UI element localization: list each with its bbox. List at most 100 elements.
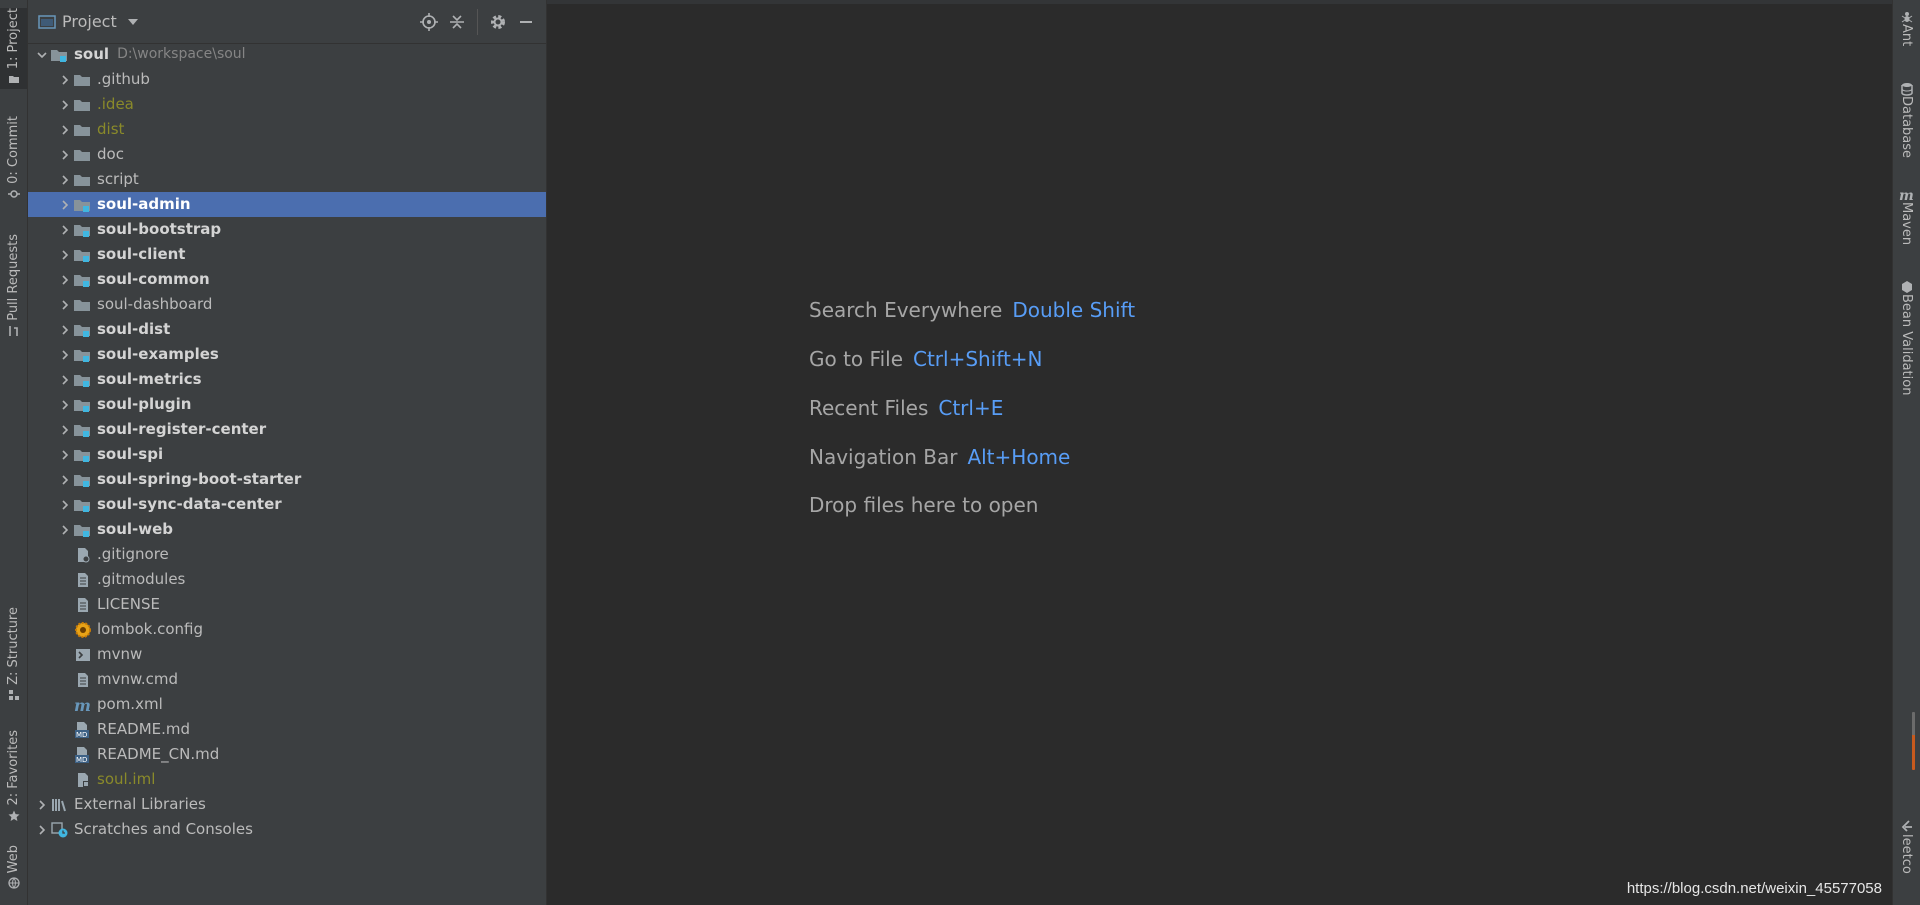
chevron-right-icon[interactable]: [57, 167, 73, 192]
module-folder-icon: [73, 472, 92, 488]
hint-search-everywhere: Search Everywhere Double Shift: [809, 298, 1135, 322]
tab-project[interactable]: 1: Project: [0, 8, 27, 90]
tree-item-label: soul-web: [97, 520, 174, 538]
hint-shortcut: Alt+Home: [967, 445, 1071, 469]
structure-icon: [8, 689, 19, 700]
chevron-right-icon[interactable]: [34, 792, 50, 817]
right-tool-strip: Ant Database m Maven Bean Validation lee…: [1892, 0, 1920, 905]
locate-icon[interactable]: [415, 8, 443, 36]
tree-item-mvnw[interactable]: mvnw: [28, 642, 546, 667]
chevron-right-icon[interactable]: [57, 467, 73, 492]
tab-structure[interactable]: Z: Structure: [0, 607, 27, 705]
tree-item-dot-idea[interactable]: .idea: [28, 92, 546, 117]
chevron-right-icon[interactable]: [57, 92, 73, 117]
tree-item-soul-bootstrap[interactable]: soul-bootstrap: [28, 217, 546, 242]
tree-item-pom-xml[interactable]: m pom.xml: [28, 692, 546, 717]
chevron-right-icon[interactable]: [57, 192, 73, 217]
folder-icon: [8, 76, 19, 84]
tree-root-soul[interactable]: soul D:\workspace\soul: [28, 42, 546, 67]
tree-item-readme-cn-md[interactable]: MD README_CN.md: [28, 742, 546, 767]
tree-item-readme-md[interactable]: MD README.md: [28, 717, 546, 742]
tree-item-soul-dashboard[interactable]: soul-dashboard: [28, 292, 546, 317]
scrollbar-thumb[interactable]: [1912, 712, 1915, 770]
web-icon: [7, 877, 20, 889]
tree-item-label: script: [97, 170, 139, 188]
bean-validation-icon: [1901, 281, 1912, 293]
tree-item-soul-metrics[interactable]: soul-metrics: [28, 367, 546, 392]
svg-text:m: m: [74, 697, 91, 713]
chevron-right-icon[interactable]: [57, 442, 73, 467]
folder-icon: [73, 297, 92, 313]
tab-pull-requests-label: Pull Requests: [6, 234, 21, 321]
tab-bean-validation[interactable]: Bean Validation: [1893, 280, 1920, 395]
tab-leetcode[interactable]: leetco: [1893, 820, 1920, 874]
tree-item-soul-plugin[interactable]: soul-plugin: [28, 392, 546, 417]
tree-item-mvnw-cmd[interactable]: mvnw.cmd: [28, 667, 546, 692]
tab-favorites-label: 2: Favorites: [6, 730, 21, 806]
tree-item-soul-register-center[interactable]: soul-register-center: [28, 417, 546, 442]
tree-item-soul-admin[interactable]: soul-admin: [28, 192, 546, 217]
minimize-icon[interactable]: [512, 8, 540, 36]
tab-ant[interactable]: Ant: [1893, 10, 1920, 46]
hint-label: Go to File: [809, 347, 903, 371]
chevron-right-icon[interactable]: [57, 217, 73, 242]
chevron-right-icon[interactable]: [57, 367, 73, 392]
tab-commit[interactable]: 0: Commit: [0, 116, 27, 204]
tree-item-doc[interactable]: doc: [28, 142, 546, 167]
tab-web[interactable]: Web: [0, 845, 27, 893]
tree-item-label: soul-bootstrap: [97, 220, 222, 238]
tab-favorites[interactable]: 2: Favorites: [0, 730, 27, 826]
chevron-right-icon[interactable]: [57, 517, 73, 542]
chevron-right-icon[interactable]: [57, 142, 73, 167]
tab-database[interactable]: Database: [1893, 82, 1920, 158]
tree-item-soul-spring-boot-starter[interactable]: soul-spring-boot-starter: [28, 467, 546, 492]
tree-item-dot-gitmodules[interactable]: .gitmodules: [28, 567, 546, 592]
tree-item-soul-spi[interactable]: soul-spi: [28, 442, 546, 467]
tree-item-label: soul-spring-boot-starter: [97, 470, 302, 488]
chevron-right-icon[interactable]: [57, 342, 73, 367]
tree-item-label: README_CN.md: [97, 745, 220, 763]
tree-item-scratches-and-consoles[interactable]: Scratches and Consoles: [28, 817, 546, 842]
gear-icon[interactable]: [484, 8, 512, 36]
project-view-selector[interactable]: Project: [38, 12, 139, 31]
hint-shortcut: Ctrl+Shift+N: [913, 347, 1043, 371]
chevron-down-icon[interactable]: [34, 42, 50, 67]
chevron-right-icon[interactable]: [57, 242, 73, 267]
editor-area[interactable]: Search Everywhere Double Shift Go to File…: [547, 0, 1892, 905]
tree-item-external-libraries[interactable]: External Libraries: [28, 792, 546, 817]
chevron-right-icon[interactable]: [57, 267, 73, 292]
chevron-right-icon[interactable]: [57, 317, 73, 342]
module-folder-icon: [73, 422, 92, 438]
collapse-all-icon[interactable]: [443, 8, 471, 36]
module-folder-icon: [73, 372, 92, 388]
tab-pull-requests[interactable]: Pull Requests: [0, 234, 27, 341]
tree-item-soul-web[interactable]: soul-web: [28, 517, 546, 542]
chevron-right-icon[interactable]: [57, 292, 73, 317]
tree-item-dot-gitignore[interactable]: .gitignore: [28, 542, 546, 567]
tree-item-label: soul-spi: [97, 445, 164, 463]
tree-item-dist[interactable]: dist: [28, 117, 546, 142]
chevron-right-icon[interactable]: [57, 392, 73, 417]
chevron-right-icon[interactable]: [57, 492, 73, 517]
tree-item-soul-dist[interactable]: soul-dist: [28, 317, 546, 342]
tree-item-soul-common[interactable]: soul-common: [28, 267, 546, 292]
tree-item-script[interactable]: script: [28, 167, 546, 192]
markdown-file-icon: MD: [73, 721, 92, 738]
project-panel-header: Project: [28, 0, 546, 44]
tab-maven[interactable]: m Maven: [1893, 188, 1920, 245]
chevron-right-icon[interactable]: [57, 417, 73, 442]
tree-item-soul-client[interactable]: soul-client: [28, 242, 546, 267]
tree-item-soul-examples[interactable]: soul-examples: [28, 342, 546, 367]
tree-item-soul-sync-data-center[interactable]: soul-sync-data-center: [28, 492, 546, 517]
tree-item-license[interactable]: LICENSE: [28, 592, 546, 617]
tree-item-lombok-config[interactable]: lombok.config: [28, 617, 546, 642]
chevron-right-icon[interactable]: [57, 117, 73, 142]
module-folder-icon: [50, 47, 69, 63]
tree-item-label: .gitmodules: [97, 570, 186, 588]
tree-item-dot-github[interactable]: .github: [28, 67, 546, 92]
tree-item-soul-iml[interactable]: soul.iml: [28, 767, 546, 792]
chevron-right-icon[interactable]: [57, 67, 73, 92]
chevron-right-icon[interactable]: [34, 817, 50, 842]
